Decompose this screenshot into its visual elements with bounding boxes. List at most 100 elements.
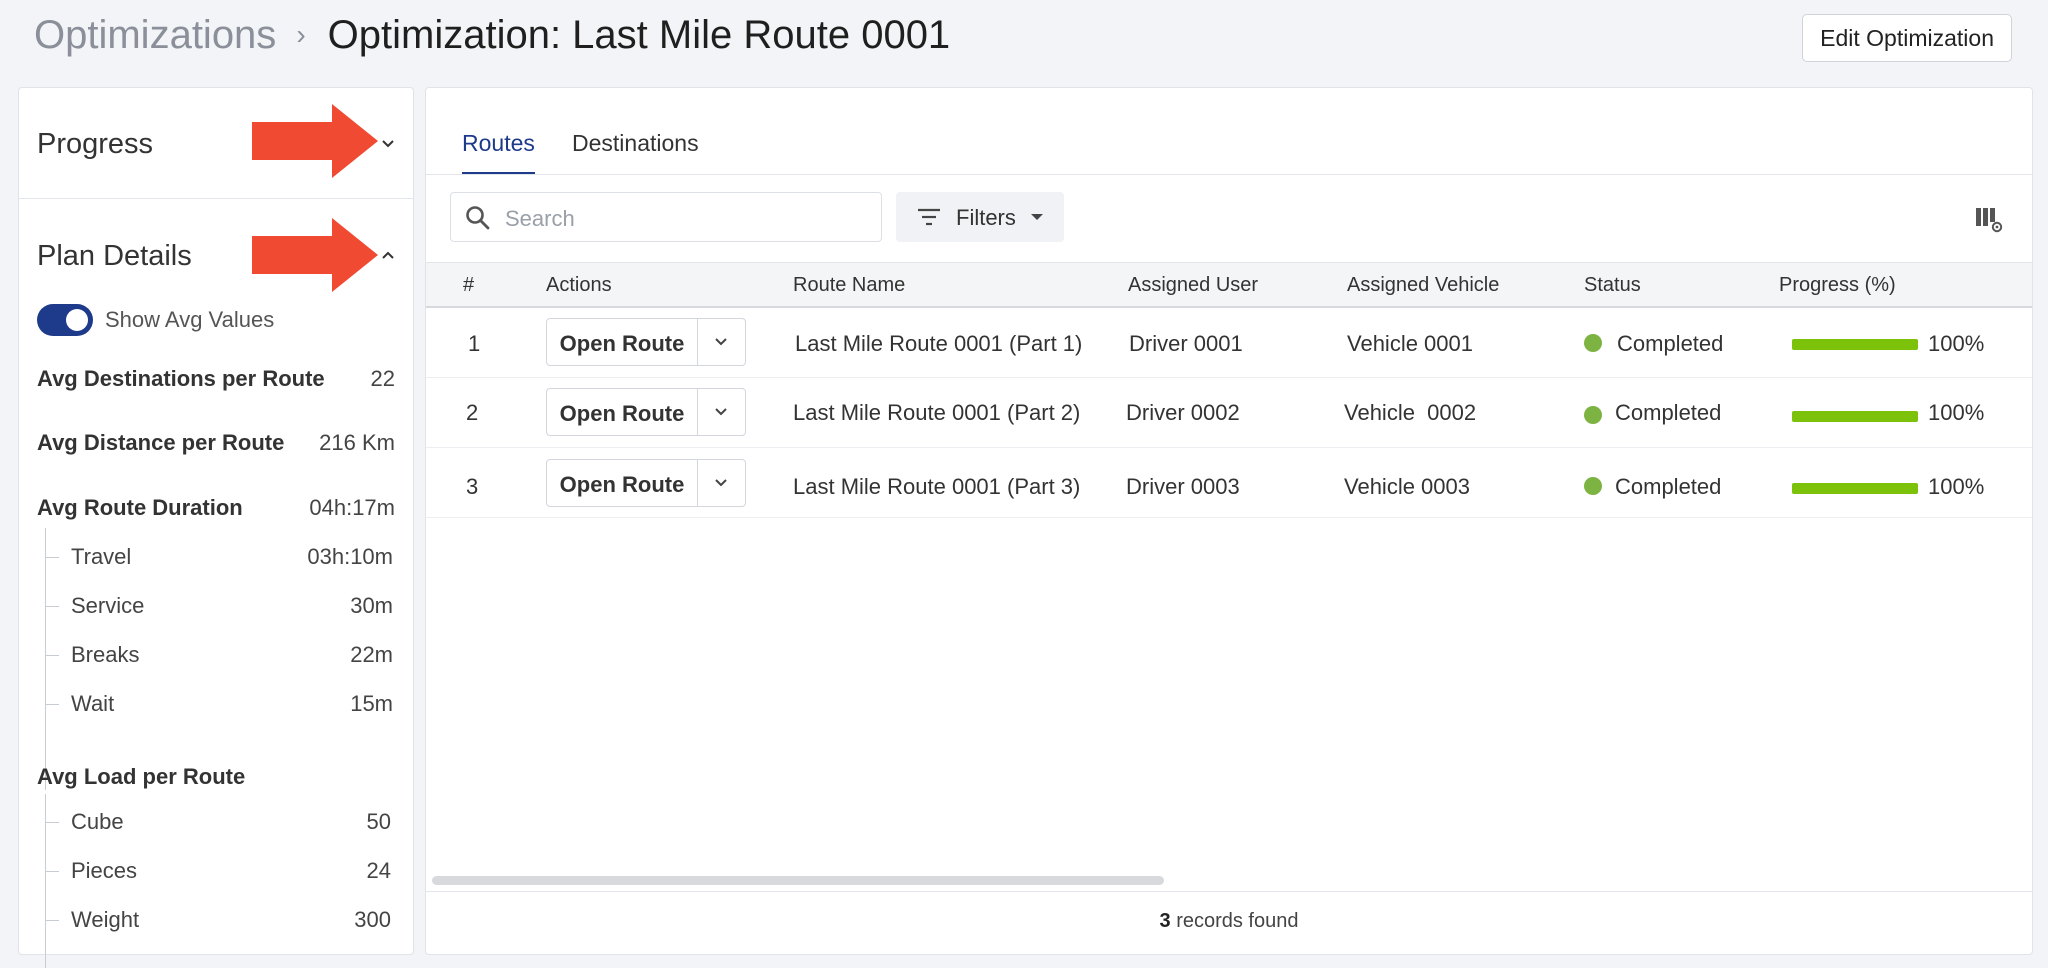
assigned-user: Driver 0001 <box>1129 331 1243 356</box>
section-divider <box>19 198 413 199</box>
duration-breaks: Breaks 22m <box>71 642 393 668</box>
progress-value: 100% <box>1928 474 1985 499</box>
progress-value: 100% <box>1928 400 1985 425</box>
assigned-vehicle: Vehicle 0002 <box>1344 400 1477 425</box>
chevron-down-icon[interactable] <box>713 405 729 419</box>
chevron-down-icon[interactable] <box>713 476 729 490</box>
assigned-user: Driver 0002 <box>1126 400 1240 425</box>
stat-avg-destinations: Avg Destinations per Route 22 <box>37 366 395 392</box>
annotation-arrow-icon <box>252 104 378 178</box>
caret-down-icon <box>1031 214 1043 220</box>
filters-button[interactable]: Filters <box>896 192 1064 242</box>
routes-panel: Routes Destinations Search Filters # Act… <box>425 87 2033 955</box>
load-cube: Cube 50 <box>71 809 391 835</box>
tree-connector <box>45 528 46 790</box>
search-input[interactable]: Search <box>450 192 882 242</box>
annotation-arrow-icon <box>252 218 378 292</box>
status-dot-icon <box>1584 334 1602 352</box>
horizontal-scrollbar[interactable] <box>432 876 1164 885</box>
tree-connector <box>45 920 59 921</box>
stat-label: Avg Destinations per Route <box>37 366 325 391</box>
open-route-button[interactable]: Open Route <box>546 459 746 507</box>
column-header-status[interactable]: Status <box>1584 274 1641 297</box>
sub-label: Service <box>71 593 145 618</box>
stat-avg-distance: Avg Distance per Route 216 Km <box>37 430 395 456</box>
breadcrumb-separator: › <box>296 19 306 50</box>
progress-fill <box>1792 339 1918 350</box>
load-weight: Weight 300 <box>71 907 391 933</box>
status-text: Completed <box>1615 400 1722 425</box>
route-name[interactable]: Last Mile Route 0001 (Part 3) <box>793 474 1080 500</box>
search-icon <box>466 206 490 230</box>
chevron-down-icon[interactable] <box>713 335 729 349</box>
tree-connector <box>45 606 59 607</box>
table-row: 3 Open Route Last Mile Route 0001 (Part … <box>426 448 2032 518</box>
stat-label: Avg Load per Route <box>37 764 246 789</box>
records-count: 3 records found <box>426 910 2032 933</box>
footer-divider <box>426 891 2032 892</box>
assigned-vehicle: Vehicle 0001 <box>1347 331 1473 356</box>
assigned-vehicle: Vehicle 0003 <box>1344 474 1470 499</box>
sub-value: 50 <box>366 809 391 834</box>
column-header-number: # <box>463 274 475 296</box>
open-route-label: Open Route <box>559 472 685 497</box>
page-title: Optimization: Last Mile Route 0001 <box>327 12 951 57</box>
sub-value: 22m <box>350 642 393 667</box>
records-count-number: 3 <box>1159 910 1171 932</box>
column-header-route-name[interactable]: Route Name <box>793 274 905 297</box>
column-header-assigned-vehicle[interactable]: Assigned Vehicle <box>1347 274 1499 297</box>
progress-fill <box>1792 483 1918 494</box>
button-divider <box>697 319 698 365</box>
status-text: Completed <box>1617 331 1724 356</box>
toggle-knob <box>66 309 88 331</box>
tabs-divider <box>426 174 2032 175</box>
progress-section-title: Progress <box>37 128 154 160</box>
chevron-up-icon[interactable] <box>381 248 395 262</box>
table-row: 2 Open Route Last Mile Route 0001 (Part … <box>426 378 2032 448</box>
progress-bar <box>1792 411 1918 422</box>
sub-label: Cube <box>71 809 124 834</box>
open-route-label: Open Route <box>559 401 685 426</box>
row-number: 3 <box>466 474 479 499</box>
column-settings-icon[interactable] <box>1974 206 2004 234</box>
route-name[interactable]: Last Mile Route 0001 (Part 2) <box>793 400 1080 426</box>
filter-icon <box>918 208 940 226</box>
tree-connector <box>45 794 46 968</box>
stat-value: 216 Km <box>319 430 395 455</box>
duration-service: Service 30m <box>71 593 393 619</box>
sub-value: 15m <box>350 691 393 716</box>
sub-label: Breaks <box>71 642 140 667</box>
open-route-button[interactable]: Open Route <box>546 388 746 436</box>
route-name[interactable]: Last Mile Route 0001 (Part 1) <box>795 331 1082 357</box>
tab-destinations[interactable]: Destinations <box>572 130 699 157</box>
table-row: 1 Open Route Last Mile Route 0001 (Part … <box>426 308 2032 378</box>
column-header-progress[interactable]: Progress (%) <box>1779 274 1896 297</box>
breadcrumb-root-link[interactable]: Optimizations <box>34 13 276 58</box>
show-avg-values-label: Show Avg Values <box>105 307 275 332</box>
progress-fill <box>1792 411 1918 422</box>
status-dot-icon <box>1584 477 1602 495</box>
status-dot-icon <box>1584 406 1602 424</box>
open-route-button[interactable]: Open Route <box>546 318 746 366</box>
stat-label: Avg Distance per Route <box>37 430 285 455</box>
chevron-down-icon[interactable] <box>381 137 395 151</box>
column-header-assigned-user[interactable]: Assigned User <box>1128 274 1258 297</box>
row-number: 2 <box>466 400 479 425</box>
sub-label: Pieces <box>71 858 138 883</box>
show-avg-values-toggle[interactable] <box>37 304 93 336</box>
status-text: Completed <box>1615 474 1722 499</box>
progress-value: 100% <box>1928 331 1985 356</box>
sub-value: 30m <box>350 593 393 618</box>
progress-bar <box>1792 339 1918 350</box>
edit-optimization-button[interactable]: Edit Optimization <box>1802 14 2012 62</box>
column-header-actions: Actions <box>546 274 612 296</box>
tab-routes[interactable]: Routes <box>462 130 535 157</box>
tree-connector <box>45 704 59 705</box>
stat-label: Avg Route Duration <box>37 495 243 520</box>
filters-label: Filters <box>956 205 1016 230</box>
stat-value: 04h:17m <box>309 495 395 520</box>
sub-label: Travel <box>71 544 132 569</box>
row-number: 1 <box>468 331 481 356</box>
stat-value: 22 <box>370 366 395 391</box>
progress-bar <box>1792 483 1918 494</box>
